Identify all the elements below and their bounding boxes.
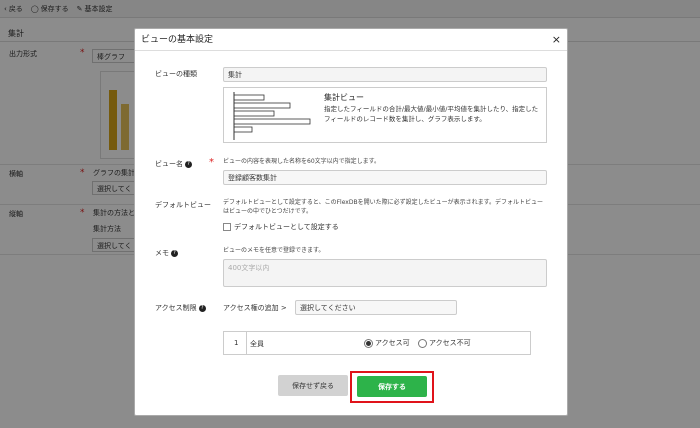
radio-icon <box>418 338 427 348</box>
view-type-field: 集計 <box>223 67 547 82</box>
memo-hint: ビューのメモを任意で登録できます。 <box>223 247 325 254</box>
view-name-input[interactable]: 登録顧客数集計 <box>223 170 547 185</box>
access-label: アクセス制限? <box>155 303 206 313</box>
view-name-hint: ビューの内容を表現した名称を60文字以内で指定します。 <box>223 158 381 165</box>
access-deny-radio[interactable]: アクセス不可 <box>418 338 471 348</box>
save-button[interactable]: 保存する <box>357 376 427 397</box>
view-name-label: ビュー名? <box>155 159 192 169</box>
access-allow-radio[interactable]: アクセス可 <box>364 338 410 348</box>
cancel-button[interactable]: 保存せず戻る <box>278 375 348 396</box>
access-select[interactable]: 選択してください <box>295 300 457 315</box>
default-view-hint: デフォルトビューとして設定すると、このFlexDBを開いた際に必ず設定したビュー… <box>223 199 543 215</box>
access-table-row: 1 全員 アクセス可 アクセス不可 <box>223 331 531 355</box>
preview-title: 集計ビュー <box>324 93 364 102</box>
help-icon[interactable]: ? <box>171 249 178 257</box>
row-name: 全員 <box>250 340 264 348</box>
memo-label: メモ? <box>155 248 178 258</box>
required-mark: * <box>209 157 214 168</box>
default-view-checkbox[interactable] <box>223 223 231 231</box>
help-icon[interactable]: ? <box>185 160 192 168</box>
save-button-highlight: 保存する <box>350 371 434 403</box>
dialog-title: ビューの基本設定 <box>141 35 214 45</box>
row-number: 1 <box>234 339 239 347</box>
view-settings-dialog: ビューの基本設定 × ビューの種類 集計 集計ビュー 指定したフィールドの合計/… <box>134 28 568 416</box>
checkbox-label: デフォルトビューとして設定する <box>234 223 339 231</box>
dialog-header: ビューの基本設定 × <box>135 29 567 51</box>
bar-chart-icon <box>233 92 311 140</box>
preview-description: 指定したフィールドの合計/最大値/最小値/平均値を集計したり、指定したフィールド… <box>324 105 539 123</box>
access-add-label: アクセス権の追加 > <box>223 304 287 312</box>
default-view-label: デフォルトビュー <box>155 201 211 209</box>
view-type-label: ビューの種類 <box>155 70 197 78</box>
view-type-preview: 集計ビュー 指定したフィールドの合計/最大値/最小値/平均値を集計したり、指定し… <box>223 87 547 143</box>
close-icon[interactable]: × <box>552 29 561 51</box>
memo-textarea[interactable]: 400文字以内 <box>223 259 547 287</box>
divider <box>246 332 247 354</box>
radio-selected-icon <box>364 338 373 348</box>
default-view-checkbox-row[interactable]: デフォルトビューとして設定する <box>223 222 339 232</box>
help-icon[interactable]: ? <box>198 304 206 312</box>
